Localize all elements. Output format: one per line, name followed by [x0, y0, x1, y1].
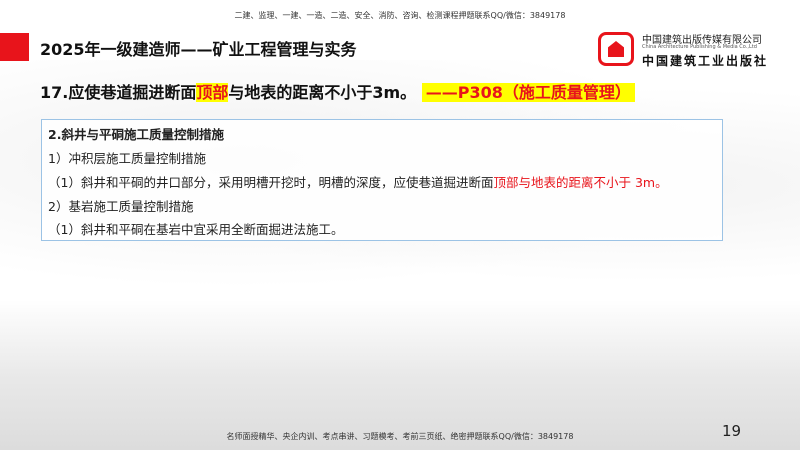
background-floor	[0, 300, 800, 450]
publisher-logo-icon	[598, 32, 634, 66]
question-line: 17.应使巷道掘进断面顶部与地表的距离不小于3m。 ——P308（施工质量管理）	[40, 79, 635, 103]
box-line-3: 2）基岩施工质量控制措施	[48, 199, 194, 214]
box-heading: 2.斜井与平硐施工质量控制措施	[48, 127, 224, 142]
logo-cn-name-2: 中国建筑工业出版社	[642, 54, 769, 68]
question-prefix: 17.应使巷道掘进断面	[40, 83, 197, 102]
logo-en-name: China Architecture Publishing & Media Co…	[642, 44, 757, 50]
box-line-1: 1）冲积层施工质量控制措施	[48, 151, 206, 166]
question-highlight: 顶部	[196, 83, 229, 102]
header-note: 二建、监理、一建、一造、二造、安全、消防、咨询、检测课程押题联系QQ/微信：38…	[234, 11, 566, 20]
box-line-2: （1）斜井和平硐的井口部分，采用明槽开挖时，明槽的深度，应使巷道掘进断面顶部与地…	[48, 172, 668, 191]
box-line-2-red: 顶部与地表的距离不小于 3m。	[493, 175, 668, 190]
footer-note: 名师面授精华、央企内训、考点串讲、习题模考、考前三页纸、绝密押题联系QQ/微信：…	[226, 432, 574, 441]
slide-title: 2025年一级建造师——矿业工程管理与实务	[40, 40, 357, 59]
publisher-logo: 中国建筑出版传媒有限公司 China Architecture Publishi…	[598, 30, 798, 72]
question-reference: ——P308（施工质量管理）	[421, 83, 635, 102]
box-line-4: （1）斜井和平硐在基岩中宜采用全断面掘进法施工。	[48, 222, 344, 237]
title-accent-bar	[0, 33, 29, 61]
box-line-2-text: （1）斜井和平硐的井口部分，采用明槽开挖时，明槽的深度，应使巷道掘进断面	[48, 175, 494, 190]
page-number: 19	[722, 422, 742, 440]
question-suffix: 与地表的距离不小于3m。	[228, 83, 417, 102]
content-box: 2.斜井与平硐施工质量控制措施 1）冲积层施工质量控制措施 （1）斜井和平硐的井…	[41, 119, 723, 241]
